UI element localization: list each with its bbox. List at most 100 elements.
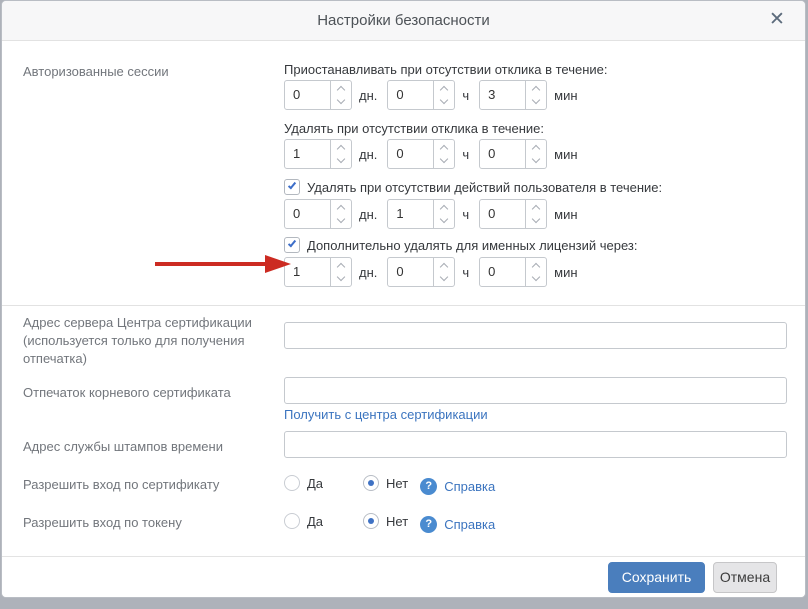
spinner-up-button[interactable] bbox=[434, 81, 454, 95]
spinner-down-button[interactable] bbox=[331, 272, 351, 286]
chevron-down-icon bbox=[337, 215, 345, 223]
spinner-value[interactable]: 0 bbox=[388, 258, 433, 286]
chevron-down-icon bbox=[337, 273, 345, 281]
spinner-down-button[interactable] bbox=[434, 95, 454, 109]
spinner-up-button[interactable] bbox=[526, 258, 546, 272]
spinner-up-button[interactable] bbox=[331, 81, 351, 95]
spinner-value[interactable]: 1 bbox=[388, 200, 433, 228]
token-login-no-radio[interactable] bbox=[363, 513, 379, 529]
hours-unit-label: ч bbox=[462, 265, 469, 280]
delete-spin-row: 1 дн. 0 ч 0 мин bbox=[284, 139, 588, 169]
get-from-ca-link[interactable]: Получить с центра сертификации bbox=[284, 407, 488, 422]
spinner-down-button[interactable] bbox=[331, 154, 351, 168]
minutes-unit-label: мин bbox=[554, 147, 577, 162]
spinner-up-button[interactable] bbox=[526, 81, 546, 95]
cert-login-label: Разрешить вход по сертификату bbox=[23, 476, 273, 494]
spinner-down-button[interactable] bbox=[526, 214, 546, 228]
cert-login-radio-row: Да Нет ? Справка bbox=[284, 474, 495, 492]
suspend-row-label: Приостанавливать при отсутствии отклика … bbox=[284, 62, 608, 77]
minutes-unit-label: мин bbox=[554, 207, 577, 222]
spinner-up-button[interactable] bbox=[331, 140, 351, 154]
close-icon[interactable]: ✕ bbox=[765, 8, 789, 32]
question-icon[interactable]: ? bbox=[420, 516, 437, 533]
help-link[interactable]: Справка bbox=[444, 479, 495, 494]
inactivity-days-spinner[interactable]: 0 bbox=[284, 199, 352, 229]
yes-radio-label: Да bbox=[307, 476, 323, 491]
named-license-days-spinner[interactable]: 1 bbox=[284, 257, 352, 287]
delete-row-label: Удалять при отсутствии отклика в течение… bbox=[284, 121, 544, 136]
spinner-up-button[interactable] bbox=[331, 258, 351, 272]
section-divider bbox=[2, 305, 805, 306]
spinner-down-button[interactable] bbox=[526, 154, 546, 168]
days-unit-label: дн. bbox=[359, 88, 377, 103]
token-login-label: Разрешить вход по токену bbox=[23, 514, 273, 532]
dialog-footer: Сохранить Отмена bbox=[2, 556, 805, 597]
tsp-address-input[interactable] bbox=[284, 431, 787, 458]
delete-days-spinner[interactable]: 1 bbox=[284, 139, 352, 169]
cert-login-no-radio[interactable] bbox=[363, 475, 379, 491]
cert-login-yes-radio[interactable] bbox=[284, 475, 300, 491]
spinner-value[interactable]: 0 bbox=[480, 258, 525, 286]
spinner-value[interactable]: 0 bbox=[285, 81, 330, 109]
fingerprint-input[interactable] bbox=[284, 377, 787, 404]
minutes-unit-label: мин bbox=[554, 265, 577, 280]
delete-hours-spinner[interactable]: 0 bbox=[387, 139, 455, 169]
inactivity-checkbox[interactable] bbox=[284, 179, 300, 195]
fingerprint-label: Отпечаток корневого сертификата bbox=[23, 384, 273, 402]
spinner-up-button[interactable] bbox=[331, 200, 351, 214]
spinner-down-button[interactable] bbox=[331, 95, 351, 109]
minutes-unit-label: мин bbox=[554, 88, 577, 103]
spinner-up-button[interactable] bbox=[434, 140, 454, 154]
delete-minutes-spinner[interactable]: 0 bbox=[479, 139, 547, 169]
chevron-up-icon bbox=[337, 145, 345, 153]
spinner-value[interactable]: 0 bbox=[480, 200, 525, 228]
suspend-minutes-spinner[interactable]: 3 bbox=[479, 80, 547, 110]
chevron-down-icon bbox=[532, 215, 540, 223]
help-link[interactable]: Справка bbox=[444, 517, 495, 532]
named-license-spin-row: 1 дн. 0 ч 0 мин bbox=[284, 257, 588, 287]
cancel-button[interactable]: Отмена bbox=[713, 562, 777, 593]
inactivity-checkbox-label: Удалять при отсутствии действий пользова… bbox=[307, 180, 662, 195]
token-login-yes-radio[interactable] bbox=[284, 513, 300, 529]
spinner-value[interactable]: 0 bbox=[388, 81, 433, 109]
spinner-value[interactable]: 0 bbox=[285, 200, 330, 228]
spinner-up-button[interactable] bbox=[434, 200, 454, 214]
spinner-down-button[interactable] bbox=[526, 95, 546, 109]
days-unit-label: дн. bbox=[359, 207, 377, 222]
chevron-up-icon bbox=[440, 86, 448, 94]
hours-unit-label: ч bbox=[462, 147, 469, 162]
spinner-down-button[interactable] bbox=[434, 154, 454, 168]
inactivity-minutes-spinner[interactable]: 0 bbox=[479, 199, 547, 229]
spinner-down-button[interactable] bbox=[434, 272, 454, 286]
chevron-down-icon bbox=[440, 215, 448, 223]
inactivity-hours-spinner[interactable]: 1 bbox=[387, 199, 455, 229]
question-icon[interactable]: ? bbox=[420, 478, 437, 495]
hours-unit-label: ч bbox=[462, 207, 469, 222]
spinner-value[interactable]: 0 bbox=[480, 140, 525, 168]
spinner-value[interactable]: 1 bbox=[285, 140, 330, 168]
cert-login-help[interactable]: ? Справка bbox=[420, 478, 495, 495]
named-license-minutes-spinner[interactable]: 0 bbox=[479, 257, 547, 287]
save-button[interactable]: Сохранить bbox=[608, 562, 705, 593]
spinner-down-button[interactable] bbox=[526, 272, 546, 286]
token-login-help[interactable]: ? Справка bbox=[420, 516, 495, 533]
suspend-days-spinner[interactable]: 0 bbox=[284, 80, 352, 110]
spinner-up-button[interactable] bbox=[526, 200, 546, 214]
suspend-hours-spinner[interactable]: 0 bbox=[387, 80, 455, 110]
days-unit-label: дн. bbox=[359, 147, 377, 162]
inactivity-spin-row: 0 дн. 1 ч 0 мин bbox=[284, 199, 588, 229]
spinner-value[interactable]: 3 bbox=[480, 81, 525, 109]
named-license-hours-spinner[interactable]: 0 bbox=[387, 257, 455, 287]
named-license-checkbox-row: Дополнительно удалять для именных лиценз… bbox=[284, 237, 638, 253]
named-license-checkbox[interactable] bbox=[284, 237, 300, 253]
spinner-down-button[interactable] bbox=[331, 214, 351, 228]
ca-address-input[interactable] bbox=[284, 322, 787, 349]
spinner-down-button[interactable] bbox=[434, 214, 454, 228]
spinner-up-button[interactable] bbox=[434, 258, 454, 272]
inactivity-checkbox-row: Удалять при отсутствии действий пользова… bbox=[284, 179, 662, 195]
sessions-label: Авторизованные сессии bbox=[23, 63, 273, 81]
named-license-checkbox-label: Дополнительно удалять для именных лиценз… bbox=[307, 238, 638, 253]
spinner-value[interactable]: 0 bbox=[388, 140, 433, 168]
spinner-up-button[interactable] bbox=[526, 140, 546, 154]
ca-address-label: Адрес сервера Центра сертификации (испол… bbox=[23, 314, 273, 368]
